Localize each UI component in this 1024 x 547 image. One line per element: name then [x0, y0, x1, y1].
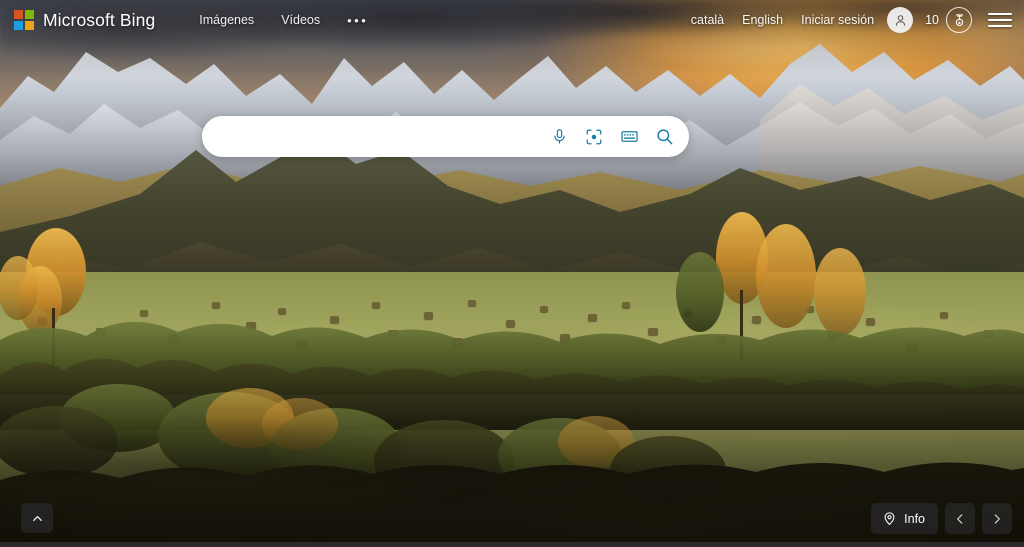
header-right-group: català English Iniciar sesión 10	[682, 7, 1012, 33]
language-english-link[interactable]: English	[733, 13, 792, 27]
sign-in-link[interactable]: Iniciar sesión	[792, 13, 883, 27]
search-input[interactable]	[218, 116, 548, 157]
brand-name: Microsoft Bing	[43, 9, 156, 30]
chevron-right-icon	[994, 513, 1000, 524]
visual-search-camera-icon[interactable]	[583, 126, 605, 148]
microsoft-logo-icon	[14, 10, 34, 30]
brand-logo-group[interactable]: Microsoft Bing	[14, 10, 155, 31]
search-actions	[548, 126, 675, 148]
person-avatar-icon[interactable]	[887, 7, 914, 33]
nav-images[interactable]: Imágenes	[199, 13, 254, 27]
scroll-up-button[interactable]	[21, 503, 53, 533]
nav-videos[interactable]: Vídeos	[281, 13, 320, 27]
chevron-up-icon	[32, 515, 42, 521]
bing-homepage: Microsoft Bing Imágenes Vídeos ••• catal…	[0, 0, 1024, 547]
background-image	[0, 0, 1024, 547]
chevron-left-icon	[957, 513, 963, 524]
search-magnifier-icon[interactable]	[653, 126, 675, 148]
search-box[interactable]	[202, 116, 689, 157]
location-pin-icon	[884, 512, 895, 525]
rewards-count: 10	[925, 13, 939, 27]
image-controls: Info	[871, 503, 1012, 534]
next-image-button[interactable]	[982, 503, 1012, 534]
rewards-medal-icon[interactable]	[946, 7, 972, 33]
nav-more[interactable]: •••	[347, 13, 368, 28]
hamburger-menu-icon[interactable]	[988, 8, 1012, 32]
microphone-icon[interactable]	[548, 126, 570, 148]
keyboard-icon[interactable]	[618, 126, 640, 148]
search-container	[202, 116, 689, 157]
primary-nav: Imágenes Vídeos •••	[199, 13, 368, 28]
top-header: Microsoft Bing Imágenes Vídeos ••• catal…	[0, 0, 1024, 40]
language-catalan-link[interactable]: català	[682, 13, 733, 27]
info-button[interactable]: Info	[871, 503, 938, 534]
bottom-bar	[0, 542, 1024, 547]
info-button-label: Info	[904, 511, 925, 526]
previous-image-button[interactable]	[945, 503, 975, 534]
